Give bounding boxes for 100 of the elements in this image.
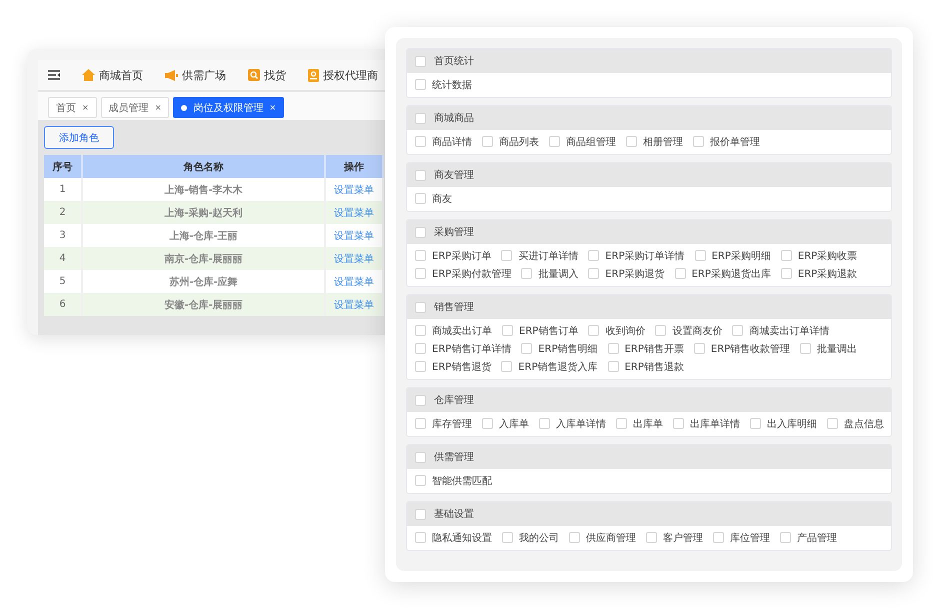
tab[interactable]: 岗位及权限管理 × — [173, 97, 284, 118]
table-cell: 上海-采购-赵天利 — [83, 201, 326, 224]
checkbox[interactable] — [616, 418, 627, 429]
tab[interactable]: 首页 × — [48, 97, 97, 118]
permission-label: 出库单 — [633, 418, 663, 430]
table-cell: 苏州-仓库-应舞 — [83, 270, 326, 293]
permission-label: 产品管理 — [797, 532, 837, 544]
checkbox[interactable] — [502, 325, 513, 336]
permission-label: 隐私通知设置 — [432, 532, 492, 544]
permission-label: 收到询价 — [605, 324, 646, 338]
table-cell: 安徽-仓库-展丽丽 — [83, 293, 326, 316]
checkbox[interactable] — [780, 532, 791, 543]
set-menu-link[interactable]: 设置菜单 — [334, 274, 374, 288]
checkbox[interactable] — [502, 532, 513, 543]
group-title: 商友管理 — [434, 168, 474, 182]
set-menu-link[interactable]: 设置菜单 — [334, 298, 374, 312]
checkbox[interactable] — [588, 268, 600, 279]
checkbox[interactable] — [415, 136, 426, 147]
checkbox[interactable] — [415, 56, 426, 66]
checkbox[interactable] — [415, 452, 426, 462]
permission-label: ERP销售订单 — [519, 324, 578, 338]
checkbox[interactable] — [415, 79, 426, 90]
checkbox[interactable] — [521, 268, 532, 279]
permission-label: ERP采购订单 — [432, 250, 492, 262]
checkbox[interactable] — [415, 325, 426, 336]
column-header: 角色名称 — [83, 155, 326, 178]
checkbox[interactable] — [608, 343, 619, 354]
checkbox[interactable] — [539, 418, 550, 429]
checkbox[interactable] — [713, 532, 724, 543]
permission-label: 商城卖出订单详情 — [749, 324, 830, 338]
checkbox[interactable] — [588, 250, 600, 261]
checkbox[interactable] — [750, 418, 761, 429]
checkbox[interactable] — [482, 136, 493, 147]
checkbox[interactable] — [693, 136, 704, 147]
checkbox[interactable] — [415, 226, 426, 238]
checkbox[interactable] — [694, 343, 705, 354]
permission-label: 库存管理 — [432, 418, 472, 430]
checkbox[interactable] — [674, 268, 686, 279]
group-title: 仓库管理 — [434, 394, 474, 407]
table-cell: 上海-仓库-王丽 — [83, 224, 326, 247]
checkbox[interactable] — [415, 193, 426, 204]
tab[interactable]: 成员管理 × — [100, 97, 170, 118]
checkbox[interactable] — [608, 361, 619, 372]
set-menu-link[interactable]: 设置菜单 — [334, 206, 374, 220]
checkbox[interactable] — [549, 136, 560, 147]
checkbox[interactable] — [415, 361, 426, 372]
group-title: 基础设置 — [434, 508, 474, 521]
set-menu-link[interactable]: 设置菜单 — [334, 252, 374, 266]
permission-label: 批量调入 — [538, 268, 578, 280]
permission-label: ERP销售开票 — [624, 342, 684, 356]
menu-icon[interactable] — [48, 70, 60, 80]
table-cell: 4 — [44, 247, 83, 270]
checkbox[interactable] — [415, 268, 426, 279]
permission-label: ERP销售退货 — [432, 360, 492, 374]
checkbox[interactable] — [521, 343, 532, 354]
table-cell: 2 — [44, 201, 83, 224]
permission-label: 入库单 — [499, 418, 529, 430]
checkbox[interactable] — [626, 136, 637, 147]
checkbox[interactable] — [780, 250, 792, 261]
group-title: 供需管理 — [434, 451, 474, 464]
checkbox[interactable] — [415, 394, 426, 406]
permission-label: 商品列表 — [499, 136, 539, 148]
checkbox[interactable] — [569, 532, 580, 543]
checkbox[interactable] — [501, 250, 512, 261]
checkbox[interactable] — [827, 418, 838, 429]
checkbox[interactable] — [673, 418, 684, 429]
permission-label: 入库单详情 — [556, 418, 606, 430]
set-menu-link[interactable]: 设置菜单 — [334, 182, 374, 196]
house-icon — [82, 69, 95, 81]
permission-label: ERP销售退款 — [624, 360, 684, 374]
checkbox[interactable] — [800, 343, 812, 354]
checkbox[interactable] — [694, 250, 706, 261]
group-title: 销售管理 — [434, 301, 474, 314]
checkbox[interactable] — [415, 250, 426, 261]
checkbox[interactable] — [646, 532, 657, 543]
nav-link[interactable]: 授权代理商 — [323, 68, 378, 82]
checkbox[interactable] — [415, 170, 426, 180]
checkbox[interactable] — [482, 418, 493, 429]
checkbox[interactable] — [655, 325, 666, 336]
permission-label: 库位管理 — [730, 532, 770, 544]
checkbox[interactable] — [501, 361, 512, 372]
checkbox[interactable] — [732, 325, 744, 336]
checkbox[interactable] — [780, 268, 792, 279]
checkbox[interactable] — [415, 418, 426, 429]
permission-label: 商品组管理 — [566, 136, 616, 148]
permission-label: ERP采购退货 — [605, 268, 665, 280]
checkbox[interactable] — [415, 302, 426, 312]
permission-label: 盘点信息 — [844, 418, 884, 430]
set-menu-link[interactable]: 设置菜单 — [334, 228, 374, 242]
nav-link[interactable]: 商城首页 — [99, 68, 143, 82]
nav-link[interactable]: 找货 — [264, 68, 286, 82]
add-role-button[interactable]: 添加角色 — [44, 126, 114, 149]
checkbox[interactable] — [588, 325, 600, 336]
checkbox[interactable] — [415, 343, 426, 354]
checkbox[interactable] — [415, 112, 426, 124]
nav-link[interactable]: 供需广场 — [182, 68, 226, 82]
checkbox[interactable] — [415, 475, 426, 486]
checkbox[interactable] — [415, 532, 426, 543]
checkbox[interactable] — [415, 508, 426, 520]
permission-label: ERP销售退货入库 — [518, 360, 598, 374]
